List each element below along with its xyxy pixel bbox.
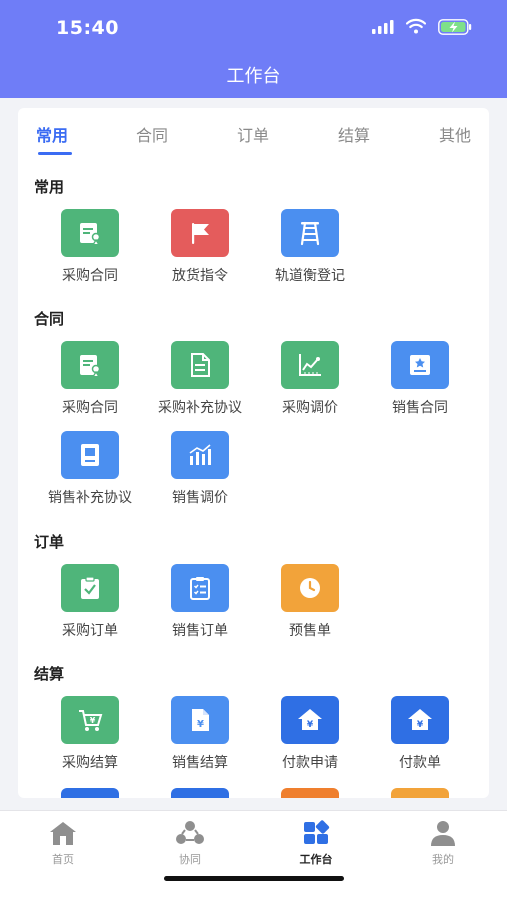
home-icon <box>50 822 76 845</box>
svg-text:¥: ¥ <box>417 720 424 730</box>
tile-peek[interactable] <box>61 788 119 798</box>
tile-track-scale-register[interactable]: 轨道衡登记 <box>255 209 365 289</box>
header: 15:40 工作台 <box>0 0 507 98</box>
tile-peek[interactable] <box>281 788 339 798</box>
section-title-contract: 合同 <box>34 310 65 328</box>
tab-other[interactable]: 其他 <box>425 122 485 146</box>
tile-sales-settlement[interactable]: ¥ 销售结算 <box>145 696 255 776</box>
book-icon <box>61 431 119 479</box>
clipboard-check-icon <box>61 564 119 612</box>
home-indicator <box>164 876 344 881</box>
nav-label: 首页 <box>52 853 74 866</box>
tile-peek[interactable] <box>171 788 229 798</box>
house-yen-icon: ¥ <box>391 696 449 744</box>
wifi-icon <box>406 18 426 34</box>
nav-workbench[interactable]: 工作台 <box>271 819 361 869</box>
chart-line-icon <box>281 341 339 389</box>
ladder-icon <box>281 209 339 257</box>
cellular-signal-icon <box>372 20 394 34</box>
tile-sales-supplement[interactable]: 销售补充协议 <box>35 431 145 511</box>
section-title-order: 订单 <box>34 533 65 551</box>
workbench-icon <box>304 820 330 844</box>
contract-icon <box>61 209 119 257</box>
bar-chart-icon <box>171 431 229 479</box>
tab-common[interactable]: 常用 <box>22 122 82 146</box>
bottom-tab-bar: 首页 协同 工作台 我的 <box>0 810 507 900</box>
tile-peek[interactable] <box>391 788 449 798</box>
tile-label: 付款单 <box>399 755 441 771</box>
profile-icon <box>431 821 455 846</box>
tab-order[interactable]: 订单 <box>223 122 283 146</box>
tile-purchase-contract[interactable]: 采购合同 <box>35 209 145 289</box>
document-icon <box>171 341 229 389</box>
status-time: 15:40 <box>56 17 119 39</box>
tab-active-indicator <box>38 152 72 155</box>
house-yen-icon: ¥ <box>281 696 339 744</box>
tab-contract[interactable]: 合同 <box>122 122 182 146</box>
cart-yen-icon: ¥ <box>61 696 119 744</box>
tile-label: 预售单 <box>289 623 331 639</box>
tile-sales-price-adjust[interactable]: 销售调价 <box>145 431 255 511</box>
section-title-settlement: 结算 <box>34 665 65 683</box>
file-yen-icon: ¥ <box>171 696 229 744</box>
category-tabs: 常用 合同 订单 结算 其他 <box>18 122 489 156</box>
tile-label: 轨道衡登记 <box>275 268 345 284</box>
tile-sales-contract[interactable]: 销售合同 <box>365 341 475 421</box>
tile-payment-request[interactable]: ¥ 付款申请 <box>255 696 365 776</box>
nav-profile[interactable]: 我的 <box>398 819 488 869</box>
nav-home[interactable]: 首页 <box>18 819 108 869</box>
collaborate-icon <box>176 821 204 844</box>
nav-label: 我的 <box>432 853 454 866</box>
tile-payment-bill[interactable]: ¥ 付款单 <box>365 696 475 776</box>
status-bar: 15:40 <box>0 0 507 56</box>
section-title-common: 常用 <box>34 178 65 196</box>
svg-text:¥: ¥ <box>307 720 314 730</box>
certificate-icon <box>391 341 449 389</box>
tile-release-order[interactable]: 放货指令 <box>145 209 255 289</box>
workbench-card: 常用 合同 订单 结算 其他 常用 采购合同 放货指令 轨道衡登记 合同 采购合… <box>18 108 489 798</box>
tile-label: 销售调价 <box>172 490 228 506</box>
tile-presale-order[interactable]: 预售单 <box>255 564 365 644</box>
tile-purchase-supplement[interactable]: 采购补充协议 <box>145 341 255 421</box>
tile-purchase-order[interactable]: 采购订单 <box>35 564 145 644</box>
tab-settlement[interactable]: 结算 <box>324 122 384 146</box>
svg-text:¥: ¥ <box>197 719 204 730</box>
tile-purchase-settlement[interactable]: ¥ 采购结算 <box>35 696 145 776</box>
tile-sales-order[interactable]: 销售订单 <box>145 564 255 644</box>
clock-icon <box>281 564 339 612</box>
clipboard-list-icon <box>171 564 229 612</box>
nav-label: 协同 <box>179 853 201 866</box>
tile-purchase-price-adjust[interactable]: 采购调价 <box>255 341 365 421</box>
nav-collaborate[interactable]: 协同 <box>145 819 235 869</box>
battery-charging-icon <box>438 19 472 35</box>
flag-icon <box>171 209 229 257</box>
contract-icon <box>61 341 119 389</box>
tile-purchase-contract[interactable]: 采购合同 <box>35 341 145 421</box>
page-title: 工作台 <box>226 66 281 87</box>
tile-label: 销售合同 <box>392 400 448 416</box>
nav-label: 工作台 <box>299 853 333 866</box>
svg-text:¥: ¥ <box>90 716 96 725</box>
